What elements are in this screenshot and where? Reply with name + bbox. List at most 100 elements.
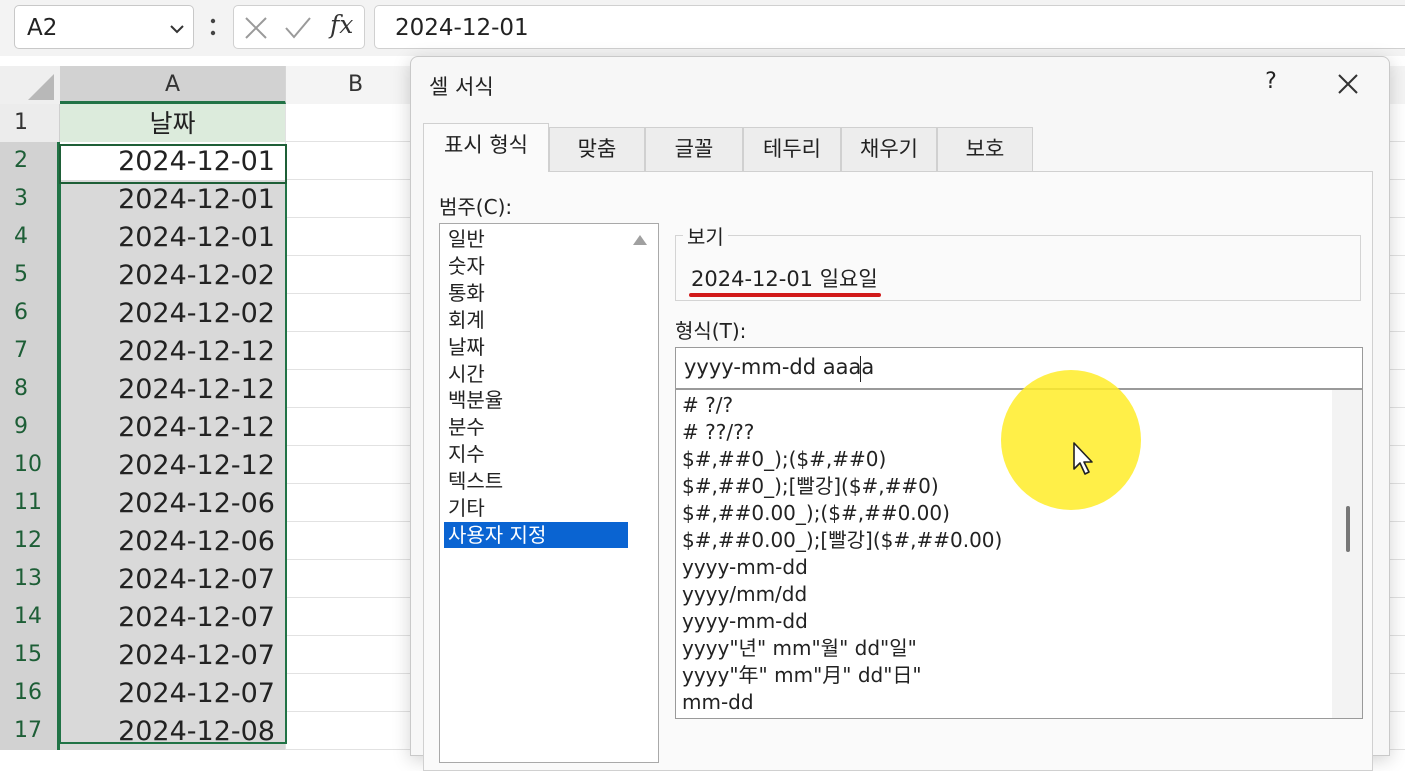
cancel-icon[interactable] bbox=[244, 16, 268, 40]
empty-cell[interactable] bbox=[286, 674, 426, 712]
empty-cell[interactable] bbox=[286, 256, 426, 294]
tab-protection[interactable]: 보호 bbox=[937, 127, 1033, 171]
row-header[interactable]: 14 bbox=[0, 598, 60, 636]
category-item[interactable]: 기타 bbox=[444, 495, 628, 521]
row-header[interactable]: 12 bbox=[0, 522, 60, 560]
format-type-item[interactable]: yyyy"년" mm"월" dd"일" bbox=[682, 635, 1322, 662]
format-type-item[interactable]: # ?/? bbox=[682, 392, 1322, 419]
tab-font[interactable]: 글꼴 bbox=[645, 127, 743, 171]
row-header[interactable]: 13 bbox=[0, 560, 60, 598]
empty-cell[interactable] bbox=[286, 636, 426, 674]
date-cell[interactable]: 2024-12-08 bbox=[60, 712, 286, 750]
empty-cell[interactable] bbox=[286, 560, 426, 598]
empty-cell[interactable] bbox=[286, 522, 426, 560]
empty-cell[interactable] bbox=[286, 294, 426, 332]
format-type-input[interactable]: yyyy-mm-dd aaaa bbox=[675, 347, 1363, 389]
row-header[interactable]: 5 bbox=[0, 256, 60, 294]
chevron-down-icon[interactable] bbox=[169, 24, 185, 34]
scrollbar-thumb[interactable] bbox=[1346, 506, 1350, 552]
date-cell[interactable]: 2024-12-01 bbox=[60, 218, 286, 256]
date-cell[interactable]: 2024-12-12 bbox=[60, 446, 286, 484]
row-header[interactable]: 15 bbox=[0, 636, 60, 674]
row-header[interactable]: 7 bbox=[0, 332, 60, 370]
tab-border[interactable]: 테두리 bbox=[743, 127, 841, 171]
row-header[interactable]: 11 bbox=[0, 484, 60, 522]
format-type-item[interactable]: yyyy"年" mm"月" dd"日" bbox=[682, 662, 1322, 689]
column-header-a[interactable]: A bbox=[60, 66, 286, 104]
category-item[interactable]: 숫자 bbox=[444, 253, 628, 279]
category-item[interactable]: 텍스트 bbox=[444, 468, 628, 494]
format-type-item[interactable]: yyyy/mm/dd bbox=[682, 581, 1322, 608]
date-cell[interactable]: 2024-12-12 bbox=[60, 408, 286, 446]
tab-fill[interactable]: 채우기 bbox=[841, 127, 937, 171]
help-button[interactable]: ? bbox=[1259, 69, 1283, 94]
date-cell[interactable]: 2024-12-06 bbox=[60, 484, 286, 522]
empty-cell[interactable] bbox=[286, 142, 426, 180]
format-type-item[interactable]: yyyy-mm-dd bbox=[682, 608, 1322, 635]
empty-cell[interactable] bbox=[286, 446, 426, 484]
empty-cell[interactable] bbox=[286, 180, 426, 218]
empty-cell[interactable] bbox=[286, 218, 426, 256]
empty-cell[interactable] bbox=[286, 332, 426, 370]
scroll-up-icon[interactable] bbox=[632, 234, 648, 246]
row-header[interactable]: 16 bbox=[0, 674, 60, 712]
empty-cell[interactable] bbox=[286, 370, 426, 408]
date-cell[interactable]: 2024-12-02 bbox=[60, 294, 286, 332]
row-header[interactable]: 4 bbox=[0, 218, 60, 256]
row-header[interactable]: 3 bbox=[0, 180, 60, 218]
name-box-value: A2 bbox=[27, 15, 58, 41]
format-type-item[interactable]: $#,##0_);[빨강]($#,##0) bbox=[682, 473, 1322, 500]
date-cell[interactable]: 2024-12-12 bbox=[60, 332, 286, 370]
date-cell[interactable]: 2024-12-07 bbox=[60, 636, 286, 674]
row-header[interactable]: 10 bbox=[0, 446, 60, 484]
empty-cell[interactable] bbox=[286, 408, 426, 446]
date-cell[interactable]: 2024-12-07 bbox=[60, 560, 286, 598]
empty-cell[interactable] bbox=[286, 104, 426, 142]
format-type-item[interactable]: yyyy-mm-dd bbox=[682, 554, 1322, 581]
format-type-item[interactable]: mm-dd bbox=[682, 689, 1322, 716]
category-item[interactable]: 일반 bbox=[444, 226, 628, 252]
formula-bar: A2 fx 2024-12-01 bbox=[0, 0, 1405, 56]
tab-number[interactable]: 표시 형식 bbox=[423, 123, 549, 172]
empty-cell[interactable] bbox=[286, 598, 426, 636]
format-type-item[interactable]: $#,##0.00_);[빨강]($#,##0.00) bbox=[682, 527, 1322, 554]
formula-input[interactable]: 2024-12-01 bbox=[374, 5, 1405, 49]
row-header[interactable]: 6 bbox=[0, 294, 60, 332]
category-item[interactable]: 분수 bbox=[444, 414, 628, 440]
name-box[interactable]: A2 bbox=[14, 5, 194, 49]
category-list[interactable]: 일반 숫자 통화 회계 날짜 시간 백분율 분수 지수 텍스트 기타 사용자 지정 bbox=[439, 223, 659, 763]
category-item[interactable]: 백분율 bbox=[444, 387, 628, 413]
date-cell[interactable]: 2024-12-02 bbox=[60, 256, 286, 294]
type-list-scrollbar[interactable] bbox=[1332, 390, 1362, 718]
tab-alignment[interactable]: 맞춤 bbox=[549, 127, 645, 171]
empty-cell[interactable] bbox=[286, 712, 426, 750]
column-header-b[interactable]: B bbox=[286, 66, 426, 104]
date-cell[interactable]: 2024-12-01 bbox=[60, 180, 286, 218]
category-item[interactable]: 날짜 bbox=[444, 334, 628, 360]
format-type-item[interactable]: $#,##0.00_);($#,##0.00) bbox=[682, 500, 1322, 527]
category-item[interactable]: 지수 bbox=[444, 441, 628, 467]
select-all-corner[interactable] bbox=[0, 66, 60, 104]
empty-cell[interactable] bbox=[286, 484, 426, 522]
date-cell[interactable]: 2024-12-12 bbox=[60, 370, 286, 408]
more-options-icon[interactable] bbox=[203, 9, 223, 45]
date-cell[interactable]: 2024-12-07 bbox=[60, 674, 286, 712]
category-item[interactable]: 회계 bbox=[444, 307, 628, 333]
category-item[interactable]: 사용자 지정 bbox=[444, 521, 628, 548]
row-header[interactable]: 1 bbox=[0, 104, 60, 142]
date-cell[interactable]: 2024-12-07 bbox=[60, 598, 286, 636]
row-header[interactable]: 9 bbox=[0, 408, 60, 446]
check-icon[interactable] bbox=[284, 16, 312, 40]
date-cell[interactable]: 2024-12-06 bbox=[60, 522, 286, 560]
category-item[interactable]: 시간 bbox=[444, 361, 628, 387]
insert-function-button[interactable]: fx bbox=[330, 10, 353, 39]
date-cell[interactable]: 2024-12-01 bbox=[60, 142, 286, 180]
row-header[interactable]: 8 bbox=[0, 370, 60, 408]
row-header[interactable]: 17 bbox=[0, 712, 60, 750]
close-icon[interactable] bbox=[1333, 69, 1363, 99]
cursor-highlight bbox=[1001, 370, 1141, 510]
row-header[interactable]: 2 bbox=[0, 142, 60, 180]
text-caret bbox=[860, 356, 861, 382]
category-item[interactable]: 통화 bbox=[444, 280, 628, 306]
column-title-cell[interactable]: 날짜 bbox=[60, 104, 286, 142]
